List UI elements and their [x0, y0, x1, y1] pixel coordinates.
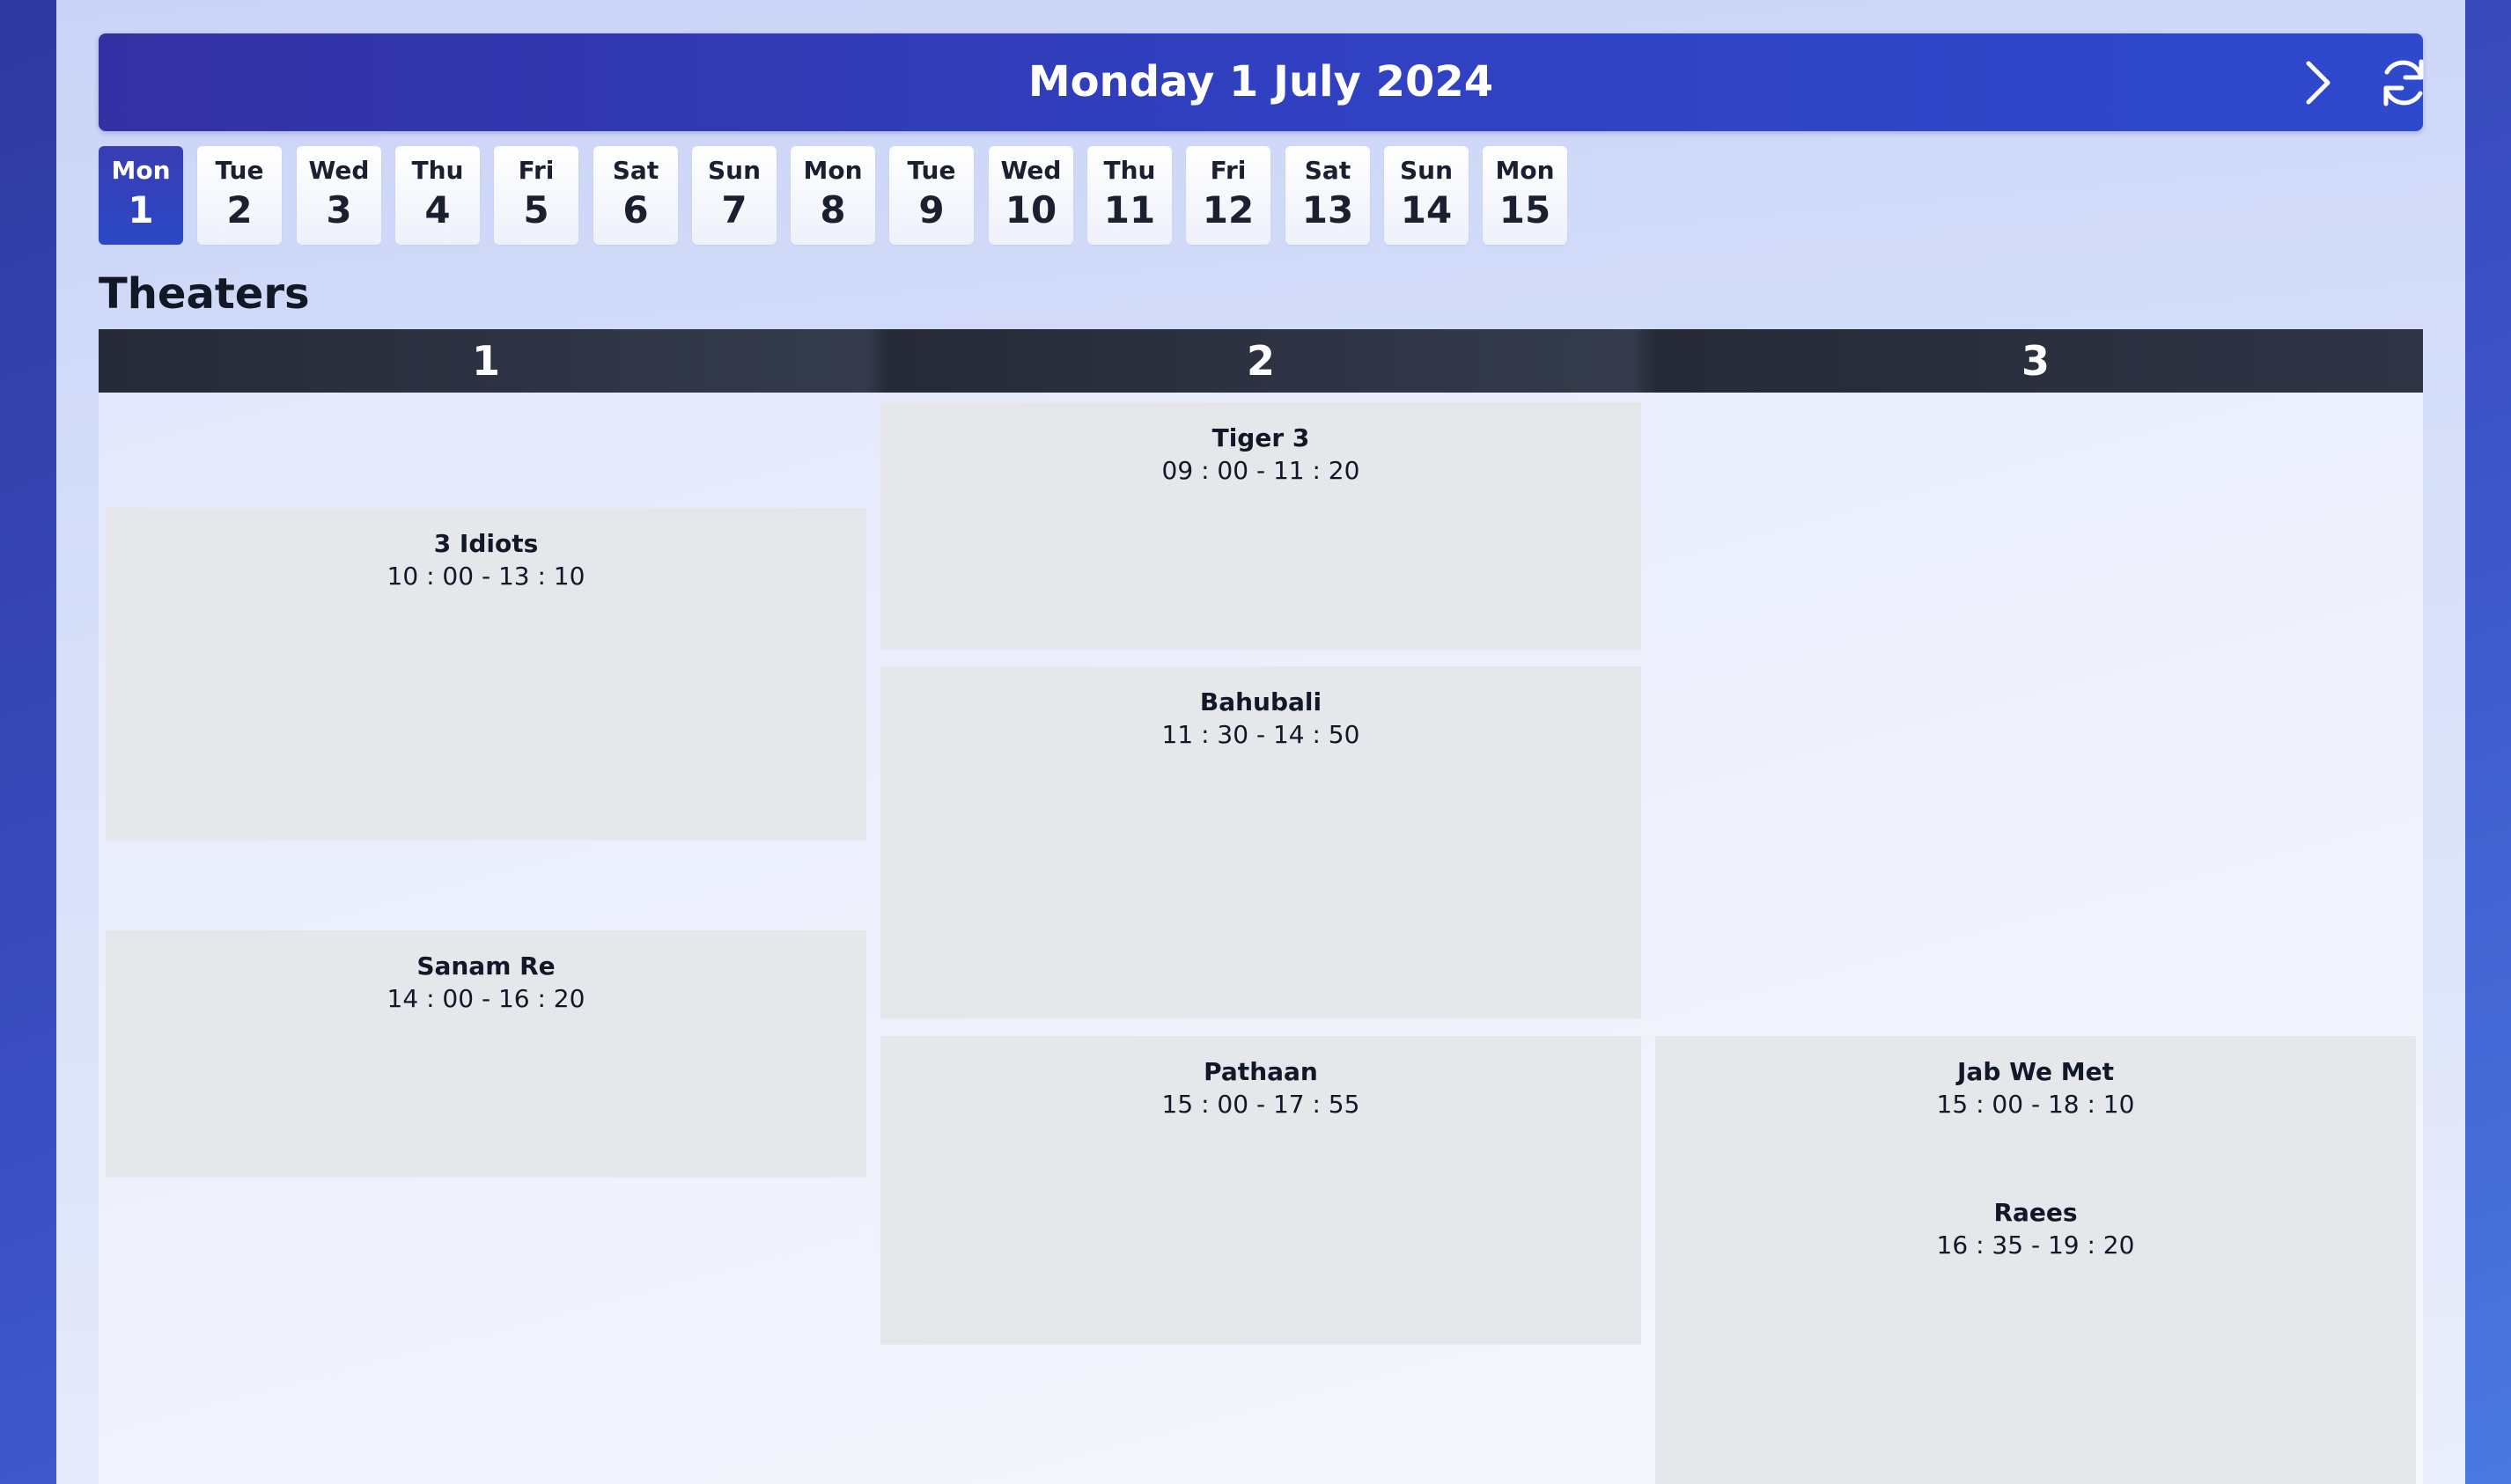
movie-title: Pathaan [1204, 1057, 1318, 1086]
day-number: 4 [424, 188, 451, 231]
section-title: Theaters [99, 269, 310, 319]
day-chip[interactable]: Sun 7 [692, 146, 777, 245]
movie-title: Bahubali [1199, 687, 1322, 716]
day-chip[interactable]: Sat 13 [1285, 146, 1370, 245]
day-of-week: Tue [907, 156, 956, 185]
show-time: 16 : 35 - 19 : 20 [1936, 1231, 2135, 1260]
day-number: 11 [1103, 188, 1156, 231]
day-of-week: Wed [308, 156, 370, 185]
showtime-card[interactable]: Pathaan 15 : 00 - 17 : 55 [880, 1036, 1641, 1344]
day-of-week: Thu [411, 156, 464, 185]
day-chip[interactable]: Fri 12 [1186, 146, 1270, 245]
day-of-week: Mon [803, 156, 863, 185]
day-chip[interactable]: Tue 9 [889, 146, 974, 245]
day-of-week: Fri [518, 156, 555, 185]
movie-title: Sanam Re [416, 951, 556, 981]
day-number: 10 [1005, 188, 1057, 231]
day-of-week: Wed [1000, 156, 1062, 185]
day-number: 1 [128, 188, 154, 231]
showtime-card[interactable]: 3 Idiots 10 : 00 - 13 : 10 [106, 508, 866, 840]
day-chip[interactable]: Mon 8 [791, 146, 875, 245]
day-chip[interactable]: Mon 15 [1483, 146, 1567, 245]
day-chip[interactable]: Thu 11 [1087, 146, 1172, 245]
day-number: 14 [1400, 188, 1453, 231]
refresh-button[interactable] [2375, 55, 2432, 111]
day-of-week: Thu [1103, 156, 1156, 185]
showtime-card[interactable]: Jab We Met 15 : 00 - 18 : 10 Raees 16 : … [1655, 1036, 2416, 1484]
schedule-grid: 3 Idiots 10 : 00 - 13 : 10 Sanam Re 14 :… [99, 393, 2423, 1484]
chevron-right-icon [2306, 61, 2331, 105]
day-number: 15 [1498, 188, 1551, 231]
day-of-week: Sat [1304, 156, 1351, 185]
theater-header-1: 1 [471, 337, 500, 385]
show-time: 14 : 00 - 16 : 20 [387, 984, 585, 1013]
day-chip[interactable]: Sat 6 [593, 146, 678, 245]
show-time: 09 : 00 - 11 : 20 [1161, 456, 1360, 485]
day-number: 3 [326, 188, 352, 231]
day-of-week: Mon [111, 156, 171, 185]
showtime-card[interactable]: Sanam Re 14 : 00 - 16 : 20 [106, 930, 866, 1177]
day-of-week: Sun [707, 156, 762, 185]
refresh-icon [2383, 59, 2424, 107]
movie-title: Tiger 3 [1211, 423, 1310, 452]
show-time: 10 : 00 - 13 : 10 [387, 562, 585, 591]
movie-title: Raees [1993, 1198, 2078, 1227]
day-chip[interactable]: Wed 10 [989, 146, 1073, 245]
next-day-button[interactable] [2293, 58, 2342, 107]
day-number: 5 [523, 188, 549, 231]
day-chip[interactable]: Tue 2 [197, 146, 282, 245]
show-time: 11 : 30 - 14 : 50 [1161, 720, 1360, 749]
theater-header-row: 1 2 3 [99, 329, 2423, 393]
day-chip[interactable]: Wed 3 [297, 146, 381, 245]
day-chip[interactable]: Thu 4 [395, 146, 480, 245]
show-time: 15 : 00 - 18 : 10 [1936, 1090, 2135, 1119]
day-chip[interactable]: Mon 1 [99, 146, 183, 245]
day-of-week: Sat [612, 156, 659, 185]
day-chip[interactable]: Sun 14 [1384, 146, 1469, 245]
date-title: Monday 1 July 2024 [1027, 57, 1494, 107]
day-of-week: Tue [215, 156, 264, 185]
showtime-card[interactable]: Tiger 3 09 : 00 - 11 : 20 [880, 402, 1641, 649]
showtime-card[interactable]: Bahubali 11 : 30 - 14 : 50 [880, 666, 1641, 1018]
movie-title: 3 Idiots [433, 529, 539, 558]
day-of-week: Fri [1210, 156, 1247, 185]
day-of-week: Sun [1399, 156, 1454, 185]
show-time: 15 : 00 - 17 : 55 [1161, 1090, 1360, 1119]
day-number: 7 [721, 188, 747, 231]
date-header: Monday 1 July 2024 [99, 33, 2424, 131]
page: Monday 1 July 2024 Mon 1 Tue 2 Wed 3 Thu 4 Fri 5 S… [56, 0, 2465, 1484]
day-number: 6 [622, 188, 649, 231]
day-number: 9 [918, 188, 945, 231]
theater-header-2: 2 [1246, 337, 1275, 385]
day-of-week: Mon [1495, 156, 1555, 185]
theater-header-3: 3 [2021, 337, 2050, 385]
day-number: 2 [226, 188, 253, 231]
day-chip[interactable]: Fri 5 [494, 146, 578, 245]
movie-title: Jab We Met [1957, 1057, 2114, 1086]
day-number: 13 [1301, 188, 1354, 231]
day-number: 8 [820, 188, 846, 231]
day-number: 12 [1202, 188, 1255, 231]
